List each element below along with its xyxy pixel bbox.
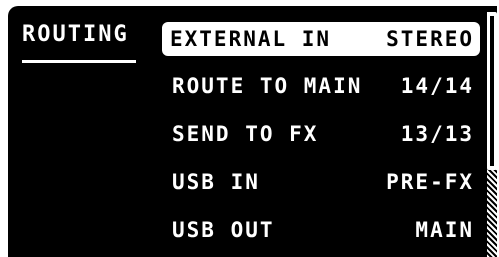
tab-active-underline: [22, 60, 136, 63]
menu-item-label: USB IN: [172, 170, 260, 194]
menu-scrollbar[interactable]: [487, 12, 497, 257]
menu-item-external-in[interactable]: EXTERNAL IN STEREO: [162, 22, 480, 56]
menu-item-value: 13/13: [400, 122, 474, 146]
menu-item-usb-in[interactable]: USB IN PRE-FX: [162, 165, 480, 199]
menu-item-route-to-main[interactable]: ROUTE TO MAIN 14/14: [162, 69, 480, 103]
tab-routing[interactable]: ROUTING: [22, 20, 129, 50]
menu-item-label: ROUTE TO MAIN: [172, 74, 363, 98]
menu-item-value: 14/14: [400, 74, 474, 98]
menu-item-usb-out[interactable]: USB OUT MAIN: [162, 213, 480, 247]
menu-item-value: MAIN: [415, 218, 474, 242]
menu-item-value: PRE-FX: [386, 170, 474, 194]
scrollbar-thumb[interactable]: [487, 12, 497, 170]
device-screen: ROUTING EXTERNAL IN STEREO ROUTE TO MAIN…: [8, 6, 497, 257]
menu-item-label: EXTERNAL IN: [170, 27, 332, 51]
menu-item-value: STEREO: [386, 27, 474, 51]
menu-item-label: USB OUT: [172, 218, 275, 242]
menu-item-label: SEND TO FX: [172, 122, 319, 146]
menu-item-send-to-fx[interactable]: SEND TO FX 13/13: [162, 117, 480, 151]
